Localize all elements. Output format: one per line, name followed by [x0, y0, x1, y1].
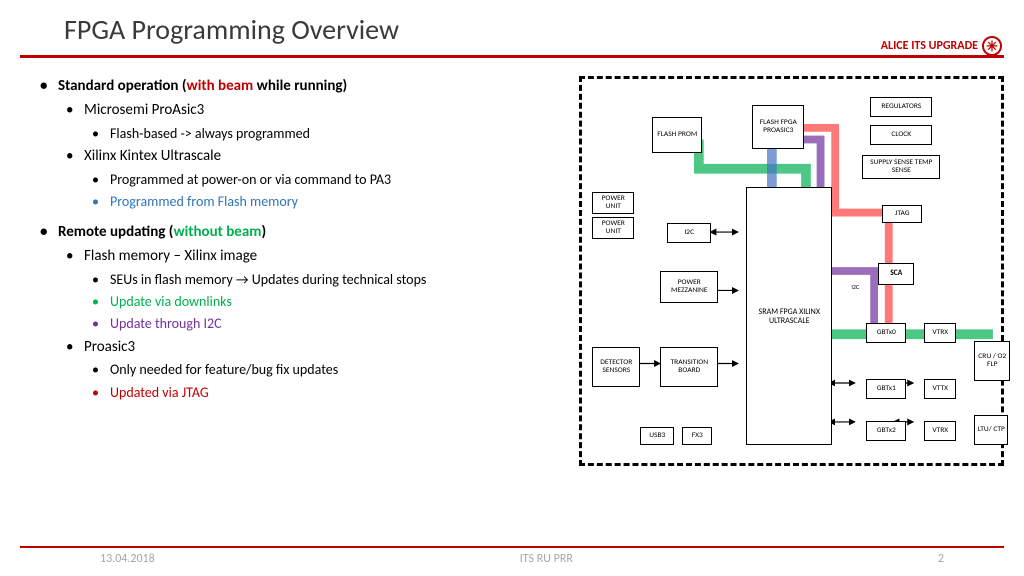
box-ltu: LTU/ CTP — [974, 415, 1008, 445]
box-jtag: JTAG — [882, 205, 922, 223]
footer-page: 2 — [938, 552, 944, 566]
box-detector: DETECTOR SENSORS — [592, 347, 640, 387]
bullet-feature: Only needed for feature/bug fix updates — [92, 360, 573, 380]
bullet-fromflash: Programmed from Flash memory — [92, 192, 573, 212]
footer: 13.04.2018 ITS RU PRR 2 — [20, 546, 1004, 566]
box-transition: TRANSITION BOARD — [660, 347, 718, 387]
box-sram-fpga: SRAM FPGA XILINX ULTRASCALE — [746, 187, 832, 445]
box-usb3: USB3 — [640, 427, 674, 445]
box-regulators: REGULATORS — [870, 97, 932, 117]
box-sense: SUPPLY SENSE TEMP SENSE — [862, 155, 940, 179]
box-vttx: VTTX — [924, 379, 956, 399]
box-gbtx2: GBTx2 — [866, 421, 906, 441]
brand-text: ALICE ITS UPGRADE — [881, 39, 978, 53]
bullet-column: Standard operation (with beam while runn… — [40, 76, 573, 466]
box-cru: CRU / O2 FLP — [974, 341, 1010, 381]
bullet-xilinx: Xilinx Kintex Ultrascale — [66, 146, 573, 168]
box-fx3: FX3 — [682, 427, 712, 445]
block-diagram: FLASH PROM FLASH FPGA PROASIC3 REGULATOR… — [579, 76, 1004, 466]
brand-icon: ✳ — [982, 36, 1002, 56]
box-gbtx1: GBTx1 — [866, 379, 906, 399]
bullet-jtag: Updated via JTAG — [92, 383, 573, 403]
page-title: FPGA Programming Overview — [0, 0, 1024, 55]
box-i2c: I2C — [667, 223, 711, 243]
footer-date: 13.04.2018 — [100, 552, 155, 566]
box-sca: SCA — [878, 263, 914, 285]
bullet-microsemi: Microsemi ProAsic3 — [66, 100, 573, 122]
box-power-unit-2: POWER UNIT — [592, 217, 634, 239]
label-i2c-small: I2C — [844, 281, 866, 293]
bullet-flashmem: Flash memory – Xilinx image — [66, 246, 573, 268]
box-vtrx0: VTRX — [924, 323, 956, 343]
bullet-std-op: Standard operation (with beam while runn… — [40, 76, 573, 98]
box-clock: CLOCK — [870, 125, 932, 145]
bullet-poweron: Programmed at power-on or via command to… — [92, 170, 573, 190]
bullet-seus: SEUs in flash memory → Updates during te… — [92, 270, 573, 290]
box-vtrx2: VTRX — [924, 421, 956, 441]
bullet-proasic: Proasic3 — [66, 337, 573, 359]
brand-label: ALICE ITS UPGRADE ✳ — [881, 36, 1002, 56]
footer-center: ITS RU PRR — [520, 552, 573, 566]
bullet-i2c: Update through I2C — [92, 314, 573, 334]
bullet-downlinks: Update via downlinks — [92, 292, 573, 312]
box-gbtx0: GBTx0 — [866, 323, 906, 343]
box-flash-prom: FLASH PROM — [652, 117, 702, 153]
box-mezz: POWER MEZZANINE — [660, 271, 718, 303]
box-power-unit-1: POWER UNIT — [592, 192, 634, 214]
box-flash-fpga: FLASH FPGA PROASIC3 — [752, 105, 804, 149]
bullet-flashbased: Flash-based -> always programmed — [92, 124, 573, 144]
bullet-remote: Remote updating (without beam) — [40, 222, 573, 244]
